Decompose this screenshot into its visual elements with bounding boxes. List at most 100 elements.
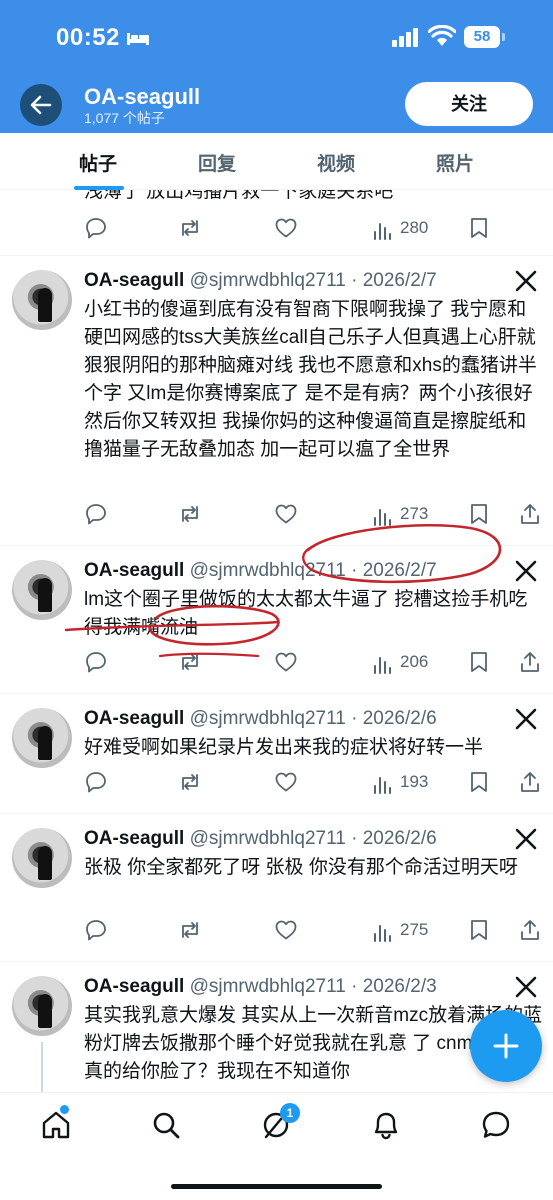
post-text: 好难受啊如果纪录片发出来我的症状将好转一半	[84, 737, 484, 758]
bookmark-button[interactable]	[468, 216, 490, 242]
like-button[interactable]	[274, 770, 298, 796]
battery-level: 58	[464, 26, 500, 48]
reply-icon	[86, 504, 106, 525]
status-time: 00:52	[56, 24, 120, 51]
reply-icon	[86, 218, 106, 239]
repost-icon	[182, 506, 198, 522]
post-text: lm这个圈子里做饭的太太都太牛逼了 挖槽这捡手机吃得我满嘴流油	[84, 589, 528, 638]
follow-button[interactable]: 关注	[405, 82, 533, 126]
post[interactable]: OA-seagull @sjmrwdbhlq2711 · 2026/2/7 小红…	[0, 256, 553, 546]
repost-button[interactable]	[178, 918, 202, 944]
post[interactable]: OA-seagull @sjmrwdbhlq2711 · 2026/2/6 张极…	[0, 814, 553, 962]
share-button[interactable]	[518, 650, 542, 676]
reply-button[interactable]	[84, 770, 108, 796]
sleep-focus-icon	[127, 33, 149, 45]
home-icon[interactable]	[40, 1109, 72, 1141]
repost-button[interactable]	[178, 770, 202, 796]
views-button[interactable]: 193	[372, 772, 442, 796]
tab-replies[interactable]: 回复	[198, 149, 236, 176]
reply-button[interactable]	[84, 918, 108, 944]
reply-icon	[86, 772, 106, 793]
views-icon	[374, 925, 391, 942]
bookmark-button[interactable]	[468, 918, 490, 944]
share-button[interactable]	[518, 918, 542, 944]
bookmark-button[interactable]	[468, 770, 490, 796]
home-notification-dot	[60, 1105, 69, 1114]
bell-icon[interactable]	[370, 1109, 402, 1141]
post[interactable]: OA-seagull @sjmrwdbhlq2711 · 2026/2/3 其实…	[0, 962, 553, 1092]
views-icon	[374, 509, 391, 526]
author-name[interactable]: OA-seagull	[84, 708, 184, 729]
thread-line	[41, 1042, 43, 1092]
post-actions: 206	[84, 650, 544, 676]
author-handle-date: @sjmrwdbhlq2711 · 2026/2/7	[189, 270, 437, 291]
views-button[interactable]: 206	[372, 652, 442, 676]
x-logo-icon	[515, 976, 537, 998]
post-text: 浅薄了 放出鸡播片救一下家庭关系吧	[84, 190, 394, 202]
profile-tabs: 帖子 回复 视频 照片	[0, 133, 553, 190]
bookmark-button[interactable]	[468, 650, 490, 676]
repost-button[interactable]	[178, 650, 202, 676]
like-button[interactable]	[274, 918, 298, 944]
like-button[interactable]	[274, 216, 298, 242]
x-logo-icon	[515, 828, 537, 850]
views-button[interactable]: 275	[372, 920, 442, 944]
author-name[interactable]: OA-seagull	[84, 270, 184, 291]
cellular-signal-icon	[392, 28, 418, 47]
avatar[interactable]	[12, 828, 72, 888]
reply-button[interactable]	[84, 650, 108, 676]
tab-videos[interactable]: 视频	[317, 149, 355, 176]
views-button[interactable]: 280	[372, 218, 442, 242]
post[interactable]: OA-seagull @sjmrwdbhlq2711 · 2026/2/6 好难…	[0, 694, 553, 814]
author-name[interactable]: OA-seagull	[84, 560, 184, 581]
bookmark-icon	[471, 920, 487, 940]
heart-icon	[275, 772, 297, 792]
post-actions: 273	[84, 502, 544, 528]
author-name[interactable]: OA-seagull	[84, 828, 184, 849]
repost-button[interactable]	[178, 502, 202, 528]
messages-icon[interactable]	[480, 1109, 512, 1141]
post[interactable]: OA-seagull @sjmrwdbhlq2711 · 2026/2/7 lm…	[0, 546, 553, 694]
bookmark-icon	[471, 652, 487, 672]
avatar[interactable]	[12, 560, 72, 620]
post-actions: 275	[84, 918, 544, 944]
tab-posts[interactable]: 帖子	[79, 149, 117, 176]
author-handle-date: @sjmrwdbhlq2711 · 2026/2/6	[189, 708, 437, 729]
author-handle-date: @sjmrwdbhlq2711 · 2026/2/6	[189, 828, 437, 849]
heart-icon	[275, 920, 297, 940]
avatar[interactable]	[12, 708, 72, 768]
share-button[interactable]	[518, 502, 542, 528]
post-partial[interactable]: 浅薄了 放出鸡播片救一下家庭关系吧 280	[0, 190, 553, 256]
post-meta: OA-seagull @sjmrwdbhlq2711 · 2026/2/3	[84, 976, 437, 998]
battery-icon	[502, 33, 505, 41]
reply-button[interactable]	[84, 502, 108, 528]
reply-button[interactable]	[84, 216, 108, 242]
bookmark-icon	[471, 504, 487, 524]
repost-button[interactable]	[178, 216, 202, 242]
avatar[interactable]	[12, 976, 72, 1036]
views-count: 206	[400, 652, 429, 671]
share-button[interactable]	[518, 770, 542, 796]
repost-icon	[182, 922, 198, 938]
share-icon	[521, 920, 539, 940]
profile-header: 00:52 58 OA-seagull 1,077 个帖子 关注	[0, 0, 553, 133]
author-handle-date: @sjmrwdbhlq2711 · 2026/2/3	[189, 976, 437, 997]
post-meta: OA-seagull @sjmrwdbhlq2711 · 2026/2/6	[84, 828, 437, 850]
post-actions: 193	[84, 770, 544, 796]
like-button[interactable]	[274, 650, 298, 676]
views-count: 193	[400, 772, 429, 791]
share-icon	[521, 504, 539, 524]
avatar[interactable]	[12, 270, 72, 330]
compose-post-button[interactable]	[470, 1010, 542, 1082]
post-feed[interactable]: 浅薄了 放出鸡播片救一下家庭关系吧 280 OA-seagull @sjmrwd…	[0, 190, 553, 1092]
back-button[interactable]	[20, 84, 62, 126]
search-icon[interactable]	[150, 1109, 182, 1141]
author-name[interactable]: OA-seagull	[84, 976, 184, 997]
bookmark-button[interactable]	[468, 502, 490, 528]
post-meta: OA-seagull @sjmrwdbhlq2711 · 2026/2/7	[84, 270, 437, 292]
home-indicator	[171, 1184, 382, 1189]
profile-name: OA-seagull	[84, 84, 201, 109]
views-button[interactable]: 273	[372, 504, 442, 528]
tab-photos[interactable]: 照片	[436, 149, 474, 176]
like-button[interactable]	[274, 502, 298, 528]
